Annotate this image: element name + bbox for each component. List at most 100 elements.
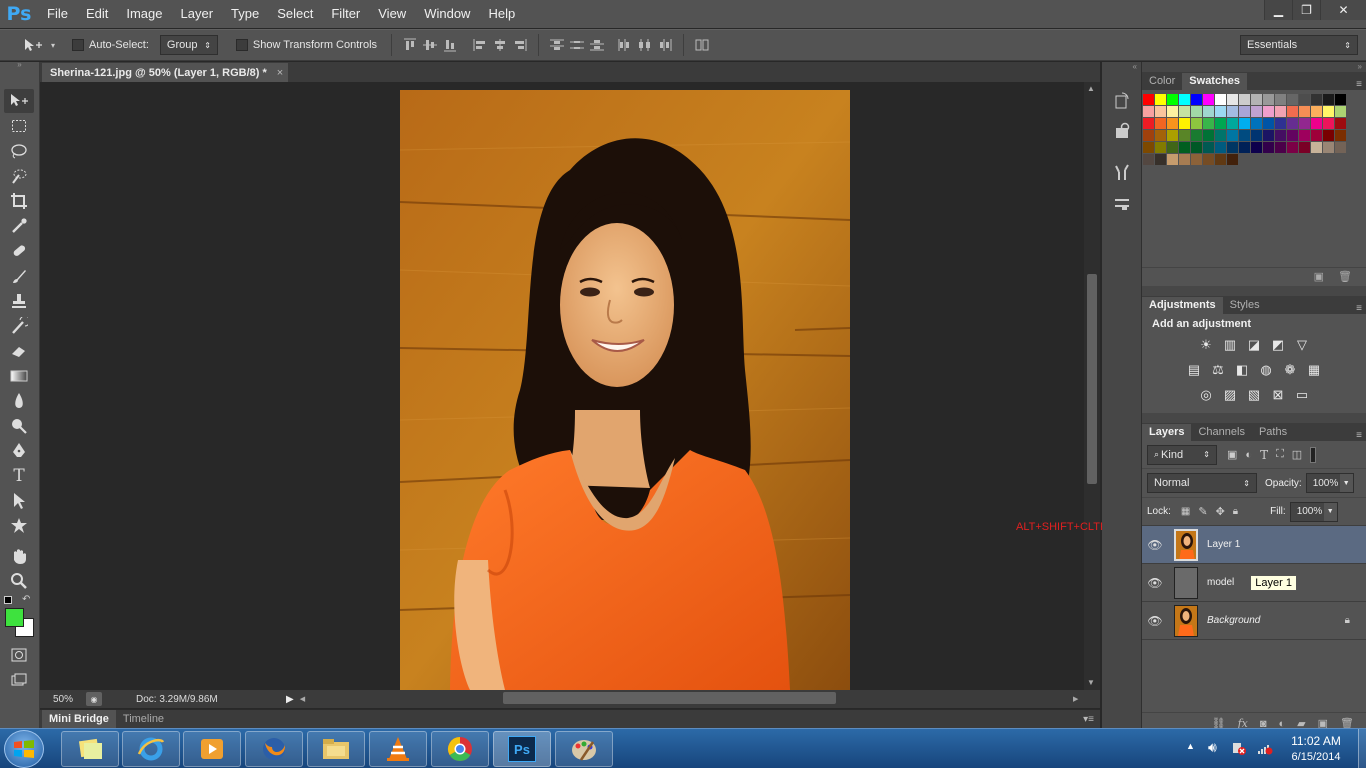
taskbar-media-player[interactable] (183, 731, 241, 767)
filter-type-icon[interactable]: T (1260, 448, 1268, 462)
color-swatch[interactable] (1263, 118, 1274, 129)
lock-all-icon[interactable]: 🔒︎ (1233, 506, 1238, 517)
distribute-hcenter-icon[interactable] (635, 36, 655, 54)
tab-styles[interactable]: Styles (1223, 297, 1267, 314)
menu-view[interactable]: View (369, 0, 415, 28)
color-swatch[interactable] (1227, 130, 1238, 141)
scroll-down-icon[interactable]: ▼ (1087, 678, 1095, 687)
collapse-icon[interactable]: « (1102, 62, 1141, 72)
opacity-field[interactable]: 100% ▼ (1305, 473, 1354, 493)
tool-preset-dropdown-icon[interactable]: ▾ (48, 36, 58, 54)
layer-row-background[interactable]: 👁︎ Background 🔒︎ (1142, 602, 1366, 640)
lasso-tool-icon[interactable] (4, 139, 34, 163)
color-swatch[interactable] (1227, 142, 1238, 153)
move-tool-preset-icon[interactable] (18, 36, 48, 54)
color-swatch[interactable] (1155, 106, 1166, 117)
tab-adjustments[interactable]: Adjustments (1142, 297, 1223, 314)
menu-select[interactable]: Select (268, 0, 322, 28)
color-swatch[interactable] (1311, 106, 1322, 117)
type-tool-icon[interactable]: T (4, 464, 34, 488)
filter-toggle[interactable] (1310, 446, 1317, 463)
path-selection-tool-icon[interactable] (4, 489, 34, 513)
brightness-contrast-icon[interactable]: ☀ (1197, 337, 1215, 353)
layer-filter-dropdown[interactable]: ⌕ Kind ⇕ (1147, 444, 1217, 465)
panel-menu-icon[interactable]: ▾≡ (1083, 714, 1094, 725)
close-tab-icon[interactable]: × (277, 67, 283, 79)
color-swatch[interactable] (1167, 154, 1178, 165)
color-swatch[interactable] (1143, 94, 1154, 105)
color-swatch[interactable] (1323, 130, 1334, 141)
color-swatch[interactable] (1167, 106, 1178, 117)
color-swatch[interactable] (1335, 94, 1346, 105)
color-swatch[interactable] (1263, 130, 1274, 141)
color-swatch[interactable] (1311, 142, 1322, 153)
fill-field[interactable]: 100% ▼ (1289, 501, 1338, 522)
color-swatch[interactable] (1239, 94, 1250, 105)
color-swatch[interactable] (1143, 130, 1154, 141)
selective-color-icon[interactable]: ⊠ (1269, 387, 1287, 403)
hue-saturation-icon[interactable]: ▤ (1185, 362, 1203, 378)
menu-edit[interactable]: Edit (77, 0, 117, 28)
color-swatch[interactable] (1179, 142, 1190, 153)
blend-mode-dropdown[interactable]: Normal ⇕ (1147, 473, 1257, 493)
distribute-bottom-icon[interactable] (587, 36, 607, 54)
show-desktop-button[interactable] (1358, 729, 1366, 768)
restore-button[interactable]: ❐ (1292, 0, 1320, 20)
color-swatch[interactable] (1215, 118, 1226, 129)
color-swatch[interactable] (1275, 94, 1286, 105)
chevron-down-icon[interactable]: ▼ (1323, 502, 1337, 521)
color-swatch[interactable] (1179, 106, 1190, 117)
scroll-left-icon[interactable]: ◀ (300, 695, 305, 703)
align-top-icon[interactable] (400, 36, 420, 54)
color-swatch[interactable] (1239, 142, 1250, 153)
black-white-icon[interactable]: ◧ (1233, 362, 1251, 378)
brush-tool-icon[interactable] (4, 264, 34, 288)
menu-window[interactable]: Window (415, 0, 479, 28)
color-swatch[interactable] (1323, 118, 1334, 129)
action-center-icon[interactable] (1232, 741, 1246, 755)
color-swatch[interactable] (1203, 94, 1214, 105)
color-swatch[interactable] (1167, 94, 1178, 105)
taskbar-sticky-notes[interactable] (61, 731, 119, 767)
zoom-tool-icon[interactable] (4, 569, 34, 593)
tab-channels[interactable]: Channels (1191, 424, 1251, 441)
color-swatch[interactable] (1311, 94, 1322, 105)
color-lookup-icon[interactable]: ▦ (1305, 362, 1323, 378)
color-swatch[interactable] (1335, 142, 1346, 153)
tab-layers[interactable]: Layers (1142, 424, 1192, 441)
color-swatch[interactable] (1287, 142, 1298, 153)
align-vcenter-icon[interactable] (420, 36, 440, 54)
move-tool-icon[interactable] (4, 89, 34, 113)
color-swatch[interactable] (1275, 118, 1286, 129)
default-colors-icon[interactable] (4, 596, 12, 604)
color-swatch[interactable] (1311, 118, 1322, 129)
hand-tool-icon[interactable] (4, 544, 34, 568)
brush-presets-panel-icon[interactable] (1107, 160, 1137, 186)
lock-position-icon[interactable]: ✥ (1216, 505, 1225, 518)
color-swatch[interactable] (1179, 130, 1190, 141)
color-swatch[interactable] (1251, 94, 1262, 105)
panel-menu-icon[interactable]: ≡ (1356, 79, 1366, 90)
taskbar-paint[interactable] (555, 731, 613, 767)
menu-file[interactable]: File (38, 0, 77, 28)
lock-image-icon[interactable]: ✎ (1198, 505, 1207, 518)
color-swatch[interactable] (1299, 118, 1310, 129)
delete-swatch-icon[interactable]: 🗑 (1338, 270, 1352, 283)
distribute-left-icon[interactable] (615, 36, 635, 54)
dodge-tool-icon[interactable] (4, 414, 34, 438)
color-swatch[interactable] (1335, 118, 1346, 129)
visibility-eye-icon[interactable]: 👁︎ (1142, 614, 1168, 628)
color-swatch[interactable] (1215, 130, 1226, 141)
document-tab[interactable]: Sherina-121.jpg @ 50% (Layer 1, RGB/8) *… (42, 63, 288, 82)
swap-colors-icon[interactable]: ↶ (22, 594, 30, 605)
color-swatch[interactable] (1155, 130, 1166, 141)
tab-swatches[interactable]: Swatches (1182, 73, 1248, 90)
color-swatch[interactable] (1251, 118, 1262, 129)
chevron-down-icon[interactable]: ▼ (1339, 474, 1353, 492)
color-swatch[interactable] (1143, 118, 1154, 129)
curves-icon[interactable]: ◪ (1245, 337, 1263, 353)
color-swatch[interactable] (1179, 94, 1190, 105)
menu-layer[interactable]: Layer (172, 0, 223, 28)
tool-presets-panel-icon[interactable] (1107, 190, 1137, 216)
menu-type[interactable]: Type (222, 0, 268, 28)
